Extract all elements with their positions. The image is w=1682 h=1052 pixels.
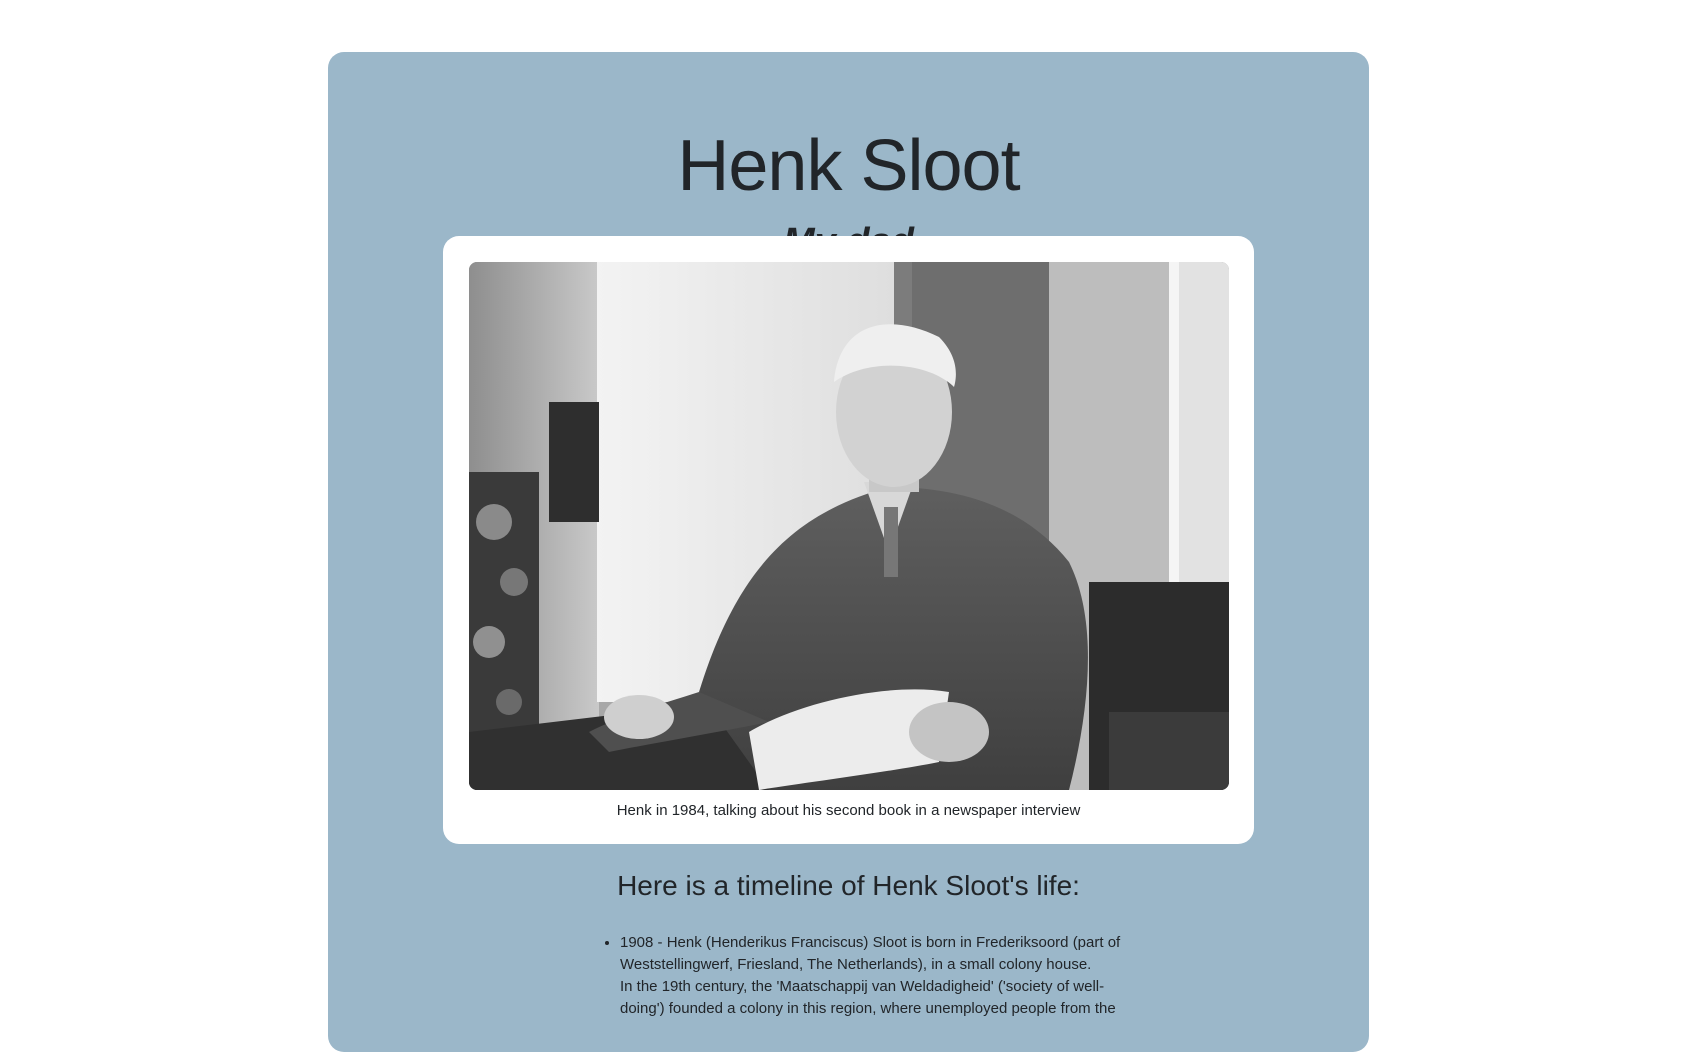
page-title: Henk Sloot: [677, 126, 1020, 206]
photo-caption: Henk in 1984, talking about his second b…: [616, 802, 1081, 819]
timeline-entry-text: 1908 - Henk (Henderikus Franciscus) Sloo…: [620, 934, 1121, 973]
timeline-heading: Here is a timeline of Henk Sloot's life:: [617, 870, 1080, 901]
portrait-photo: [469, 262, 1229, 790]
timeline-list: 1908 - Henk (Henderikus Franciscus) Sloo…: [596, 932, 1140, 1020]
content-panel: Henk Sloot My dad: [328, 52, 1369, 1052]
list-item: 1908 - Henk (Henderikus Franciscus) Sloo…: [620, 932, 1140, 1020]
photo-card: Henk in 1984, talking about his second b…: [443, 236, 1254, 844]
timeline-entry-detail: In the 19th century, the 'Maatschappij v…: [620, 978, 1116, 1017]
